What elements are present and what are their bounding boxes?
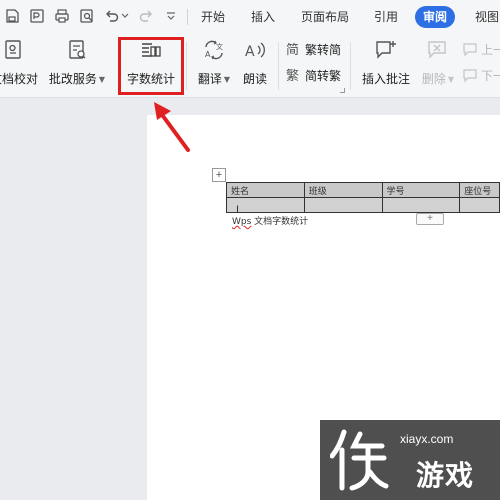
- table-cell[interactable]: [459, 197, 500, 213]
- insert-comment-label: 插入批注: [361, 72, 410, 86]
- read-aloud-icon: A: [243, 38, 267, 62]
- add-row-button[interactable]: +: [416, 213, 444, 225]
- undo-icon[interactable]: [104, 8, 120, 24]
- simp-to-trad-button[interactable]: 繁简转繁: [286, 66, 341, 86]
- red-arrow-icon: [154, 102, 190, 152]
- svg-text:文: 文: [216, 42, 223, 51]
- table-header-cell[interactable]: 座位号: [459, 182, 500, 198]
- read-aloud-label: 朗读: [242, 72, 267, 86]
- word-count-highlight: [118, 37, 184, 95]
- document-table[interactable]: 姓名 班级 学号 座位号: [226, 182, 500, 213]
- svg-text:繁: 繁: [286, 68, 299, 83]
- tab-view[interactable]: 视图: [475, 6, 499, 28]
- watermark-brand: 游戏: [416, 459, 475, 492]
- undo-dropdown-icon[interactable]: [121, 12, 129, 28]
- review-service-icon: [65, 38, 89, 62]
- read-aloud-button[interactable]: A 朗读: [240, 38, 270, 94]
- translate-label: 翻译: [197, 72, 222, 86]
- table-move-handle[interactable]: +: [212, 168, 226, 182]
- chevron-down-icon: ▼: [447, 75, 455, 84]
- prev-label: 上一: [481, 43, 500, 57]
- svg-text:简: 简: [286, 42, 299, 57]
- prev-comment-icon: [463, 43, 477, 57]
- trad-to-simp-label: 繁转简: [305, 43, 342, 57]
- save-icon[interactable]: [4, 8, 20, 24]
- trad-to-simp-button[interactable]: 简繁转简: [286, 40, 341, 60]
- prev-comment-button[interactable]: 上一: [462, 40, 500, 60]
- svg-text:A: A: [245, 44, 255, 60]
- watermark-url: xiayx.com: [400, 432, 454, 446]
- group-expand-icon[interactable]: [340, 88, 345, 93]
- ribbon-divider: [278, 42, 279, 90]
- redo-icon[interactable]: [138, 8, 154, 24]
- body-text: 文档字数统计: [251, 217, 309, 227]
- tab-references[interactable]: 引用: [374, 6, 398, 28]
- next-label: 下一: [481, 69, 500, 83]
- misspelled-word: Wps: [232, 217, 252, 227]
- delete-label: 删除: [421, 72, 446, 86]
- doc-check-label: 文档校对: [0, 72, 38, 86]
- translate-icon: A文: [202, 38, 226, 62]
- doc-check-button[interactable]: 文档校对: [0, 38, 42, 94]
- doc-check-icon: [2, 38, 26, 62]
- chevron-down-icon: ▼: [223, 75, 231, 84]
- site-watermark: xiayx.com 游戏: [320, 420, 500, 500]
- site-logo-icon: [330, 429, 389, 491]
- insert-comment-button[interactable]: 插入批注: [358, 38, 414, 94]
- next-comment-button[interactable]: 下一: [462, 66, 500, 86]
- print-preview-icon[interactable]: [79, 8, 95, 24]
- table-header-cell[interactable]: 姓名: [226, 182, 305, 198]
- delete-comment-icon: [426, 38, 450, 62]
- more-dropdown-icon[interactable]: [166, 12, 176, 28]
- top-tab-bar: 开始 插入 页面布局 引用 审阅 视图: [0, 0, 500, 34]
- review-service-label: 批改服务: [48, 72, 97, 86]
- table-cell[interactable]: [381, 197, 461, 213]
- table-header-cell[interactable]: 班级: [303, 182, 383, 198]
- review-ribbon: 文档校对 批改服务▼ 字数统计 A文 翻译▼ A 朗读 简繁转简 繁简转繁: [0, 34, 500, 98]
- chevron-down-icon: ▼: [98, 75, 106, 84]
- comment-icon: [374, 38, 398, 62]
- simp-to-trad-label: 简转繁: [305, 69, 342, 83]
- table-header-cell[interactable]: 学号: [381, 182, 461, 198]
- simp-to-trad-icon: 繁: [286, 68, 299, 84]
- review-service-button[interactable]: 批改服务 ▼: [48, 38, 106, 94]
- table-cell[interactable]: [303, 197, 383, 213]
- delete-comment-button[interactable]: 删除 ▼: [418, 38, 458, 94]
- next-comment-icon: [463, 69, 477, 83]
- trad-to-simp-icon: 简: [286, 42, 299, 58]
- tab-page-layout[interactable]: 页面布局: [301, 6, 349, 28]
- document-body-text[interactable]: Wps 文档字数统计: [232, 214, 308, 227]
- divider: [187, 9, 188, 25]
- tab-insert[interactable]: 插入: [251, 6, 275, 28]
- table-row: [226, 197, 500, 213]
- tab-review[interactable]: 审阅: [415, 6, 456, 28]
- table-header-row: 姓名 班级 学号 座位号: [226, 182, 500, 198]
- ribbon-divider: [350, 42, 351, 90]
- svg-text:A: A: [205, 50, 211, 59]
- tab-start[interactable]: 开始: [201, 6, 225, 28]
- ribbon-divider: [186, 42, 187, 90]
- export-pdf-icon[interactable]: [29, 8, 45, 24]
- print-icon[interactable]: [54, 8, 70, 24]
- translate-button[interactable]: A文 翻译 ▼: [192, 38, 236, 94]
